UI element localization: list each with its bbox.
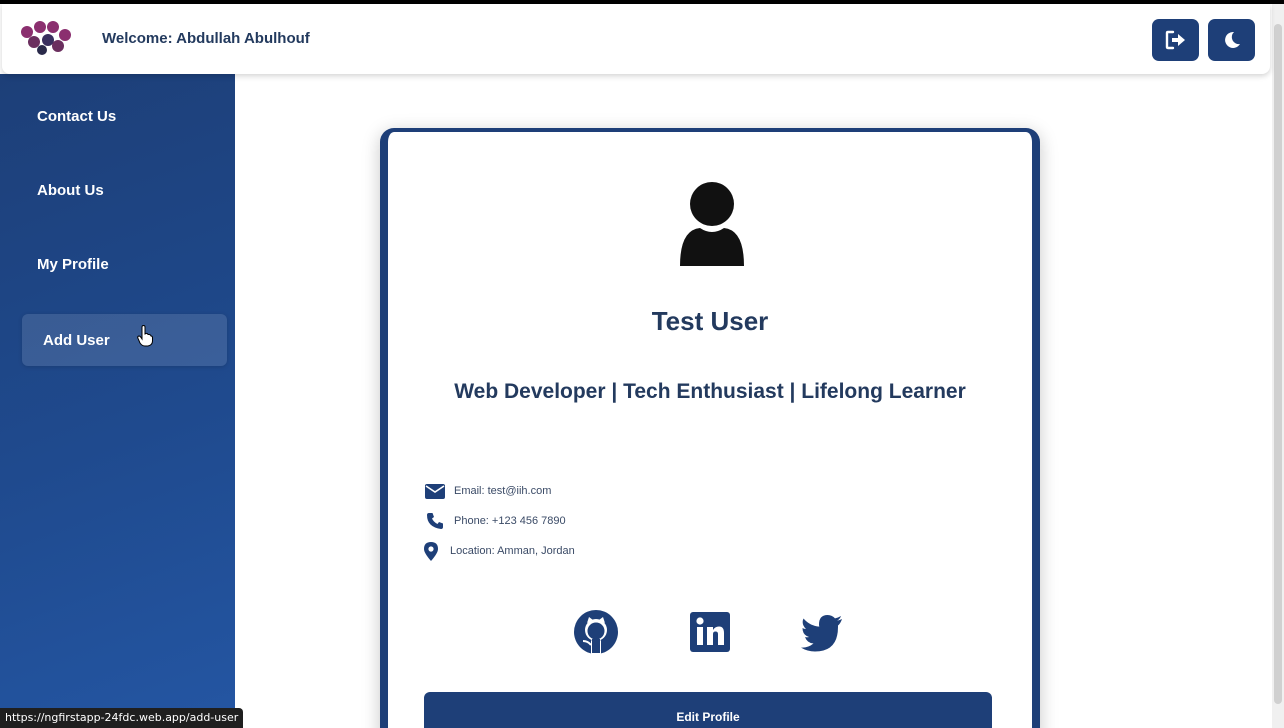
contact-phone-row: Phone: +123 456 7890 bbox=[424, 512, 566, 530]
contact-phone-text: Phone: +123 456 7890 bbox=[454, 515, 566, 527]
status-bar-url: https://ngfirstapp-24fdc.web.app/add-use… bbox=[0, 708, 244, 728]
linkedin-icon[interactable] bbox=[686, 608, 734, 656]
location-pin-icon bbox=[420, 541, 442, 561]
sidebar-item-label: My Profile bbox=[37, 255, 109, 273]
profile-card: Test User Web Developer | Tech Enthusias… bbox=[380, 128, 1040, 728]
vertical-scrollbar[interactable] bbox=[1272, 4, 1284, 728]
welcome-text: Welcome: Abdullah Abulhouf bbox=[102, 30, 310, 47]
sidebar-item-label: About Us bbox=[37, 181, 104, 199]
sidebar-item-add-user[interactable]: Add User bbox=[22, 314, 227, 366]
profile-tagline: Web Developer | Tech Enthusiast | Lifelo… bbox=[454, 380, 966, 403]
github-icon[interactable] bbox=[572, 608, 620, 656]
sidebar-item-label: Add User bbox=[43, 331, 110, 349]
scrollbar-thumb[interactable] bbox=[1274, 24, 1282, 704]
contact-location-text: Location: Amman, Jordan bbox=[450, 545, 575, 557]
molecule-logo[interactable] bbox=[18, 18, 72, 56]
twitter-icon[interactable] bbox=[798, 608, 846, 656]
app-window: Welcome: Abdullah Abulhouf Contact Us Ab… bbox=[0, 0, 1284, 728]
sidebar-item-my-profile[interactable]: My Profile bbox=[22, 238, 227, 290]
sidebar: Contact Us About Us My Profile Add User bbox=[0, 74, 235, 728]
contact-email-text: Email: test@iih.com bbox=[454, 485, 552, 497]
user-icon bbox=[680, 182, 744, 266]
sidebar-item-about-us[interactable]: About Us bbox=[22, 164, 227, 216]
edit-profile-button[interactable]: Edit Profile bbox=[424, 692, 992, 728]
contact-email-row: Email: test@iih.com bbox=[424, 482, 551, 500]
logout-icon bbox=[1165, 30, 1185, 50]
dark-mode-toggle-button[interactable] bbox=[1208, 19, 1255, 61]
logout-button[interactable] bbox=[1152, 19, 1199, 61]
envelope-icon bbox=[424, 482, 446, 500]
moon-icon bbox=[1224, 31, 1240, 48]
sidebar-item-label: Contact Us bbox=[37, 107, 117, 125]
sidebar-item-contact-us[interactable]: Contact Us bbox=[22, 90, 227, 142]
contact-location-row: Location: Amman, Jordan bbox=[420, 541, 575, 561]
phone-icon bbox=[424, 512, 446, 530]
top-header: Welcome: Abdullah Abulhouf bbox=[2, 4, 1270, 74]
profile-name: Test User bbox=[651, 306, 769, 336]
hand-cursor-icon bbox=[137, 325, 153, 347]
